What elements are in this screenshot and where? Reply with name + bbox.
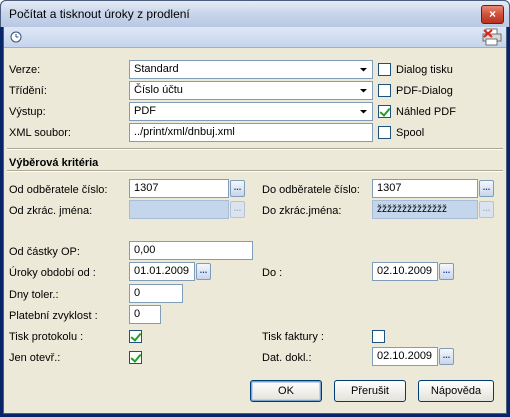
dat-dokl-calendar-button[interactable]: ... [439,348,454,365]
tisk-protokolu-checkbox[interactable] [129,330,142,343]
uroky-od-calendar-button[interactable]: ... [196,263,211,280]
od-castky-label: Od částky OP: [9,246,80,258]
chevron-down-icon[interactable] [356,83,371,98]
close-button[interactable]: × [481,5,504,24]
dny-toler-label: Dny toler.: [9,289,59,301]
nahled-pdf-checkbox[interactable] [378,105,391,118]
chevron-down-icon[interactable] [356,62,371,77]
chevron-down-icon[interactable] [356,104,371,119]
od-jmena-browse-button: ... [230,201,245,218]
prerusit-button[interactable]: Přerušit [334,380,406,402]
tisk-faktury-checkbox[interactable] [372,330,385,343]
od-odberatele-input[interactable]: 1307 [129,179,229,198]
window-title: Počítat a tisknout úroky z prodlení [9,7,190,21]
jen-otevr-label: Jen otevř.: [9,352,61,364]
clock-icon[interactable] [10,31,22,43]
platebni-zvyklost-label: Platební zvyklost : [9,310,98,322]
od-castky-input[interactable]: 0,00 [129,241,253,260]
trideni-select[interactable]: Číslo účtu [129,81,373,100]
vystup-label: Výstup: [9,106,46,118]
pdf-dialog-checkbox[interactable] [378,84,391,97]
spool-label: Spool [396,127,425,139]
dialog-client-area: Verze: Standard Třídění: Číslo účtu Výst… [3,27,507,414]
tisk-faktury-label: Tisk faktury : [262,331,324,343]
od-jmena-input [129,200,229,219]
spool-checkbox[interactable] [378,126,391,139]
uroky-od-input[interactable]: 01.01.2009 [129,262,195,281]
criteria-divider [7,170,503,172]
od-odberatele-label: Od odběratele číslo: [9,184,108,196]
do-date-calendar-button[interactable]: ... [439,263,454,280]
toolbar [4,27,506,48]
do-odberatele-browse-button[interactable]: ... [479,180,494,197]
xml-label: XML soubor: [9,127,71,139]
dny-toler-input[interactable]: 0 [129,284,183,303]
criteria-section-title: Výběrová kritéria [9,157,99,169]
platebni-zvyklost-input[interactable]: 0 [129,305,161,324]
trideni-value: Číslo účtu [134,84,183,96]
do-odberatele-label: Do odběratele číslo: [262,184,360,196]
jen-otevr-checkbox[interactable] [129,351,142,364]
dialog-window: Počítat a tisknout úroky z prodlení × Ve… [0,0,510,417]
dialog-tisku-checkbox[interactable] [378,63,391,76]
verze-value: Standard [134,63,179,75]
od-jmena-label: Od zkrác. jména: [9,205,93,217]
uroky-od-label: Úroky období od : [9,267,96,279]
verze-label: Verze: [9,64,41,76]
section-divider [7,148,503,150]
title-bar[interactable]: Počítat a tisknout úroky z prodlení × [0,0,510,27]
dat-dokl-input[interactable]: 02.10.2009 [372,347,438,366]
do-jmena-input: žžžžžžžžžžžžžž [372,200,478,219]
do-label: Do : [262,267,283,279]
print-icon[interactable] [482,28,502,46]
pdf-dialog-label: PDF-Dialog [396,85,453,97]
xml-file-input[interactable]: ../print/xml/dnbuj.xml [129,123,373,142]
tisk-protokolu-label: Tisk protokolu : [9,331,84,343]
od-odberatele-browse-button[interactable]: ... [230,180,245,197]
do-jmena-label: Do zkrác.jména: [262,205,342,217]
verze-select[interactable]: Standard [129,60,373,79]
dat-dokl-label: Dat. dokl.: [262,352,312,364]
do-odberatele-input[interactable]: 1307 [372,179,478,198]
vystup-select[interactable]: PDF [129,102,373,121]
vystup-value: PDF [134,105,156,117]
ok-button[interactable]: OK [250,380,322,402]
napoveda-button[interactable]: Nápověda [418,380,494,402]
trideni-label: Třídění: [9,85,47,97]
do-date-input[interactable]: 02.10.2009 [372,262,438,281]
do-jmena-browse-button: ... [479,201,494,218]
nahled-pdf-label: Náhled PDF [396,106,456,118]
dialog-tisku-label: Dialog tisku [396,64,453,76]
